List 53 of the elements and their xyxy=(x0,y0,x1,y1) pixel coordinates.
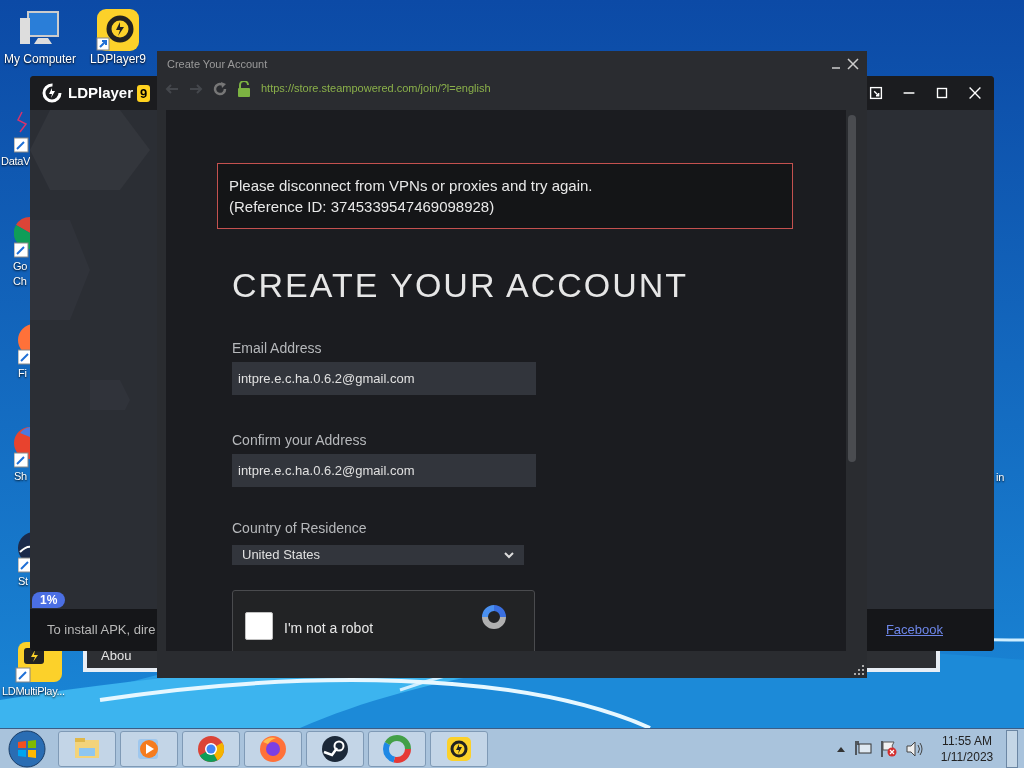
icon-label: My Computer xyxy=(4,52,76,67)
icon-label: DataV xyxy=(1,154,31,169)
icon-label: Fi xyxy=(18,366,27,381)
logo-icon xyxy=(42,83,62,103)
country-select[interactable]: United States xyxy=(232,545,524,565)
resize-grip-icon[interactable] xyxy=(854,665,864,675)
progress-badge: 1% xyxy=(32,592,66,608)
icon-label: Ch xyxy=(13,274,27,289)
flag-icon[interactable] xyxy=(880,739,898,758)
lock-icon xyxy=(237,80,251,97)
icon-label: LDPlayer9 xyxy=(90,52,146,67)
app-icon xyxy=(14,425,30,469)
reload-icon[interactable] xyxy=(213,81,227,96)
steam-icon xyxy=(320,733,350,764)
version-badge: 9 xyxy=(137,84,151,102)
ring-icon xyxy=(382,733,412,764)
url-text[interactable]: https://store.steampowered.com/join/?l=english xyxy=(261,80,491,97)
clock[interactable]: 11:55 AM 1/11/2023 xyxy=(936,732,998,765)
chrome-icon xyxy=(14,215,30,259)
captcha-label: I'm not a robot xyxy=(284,618,374,638)
close-icon[interactable] xyxy=(847,58,859,70)
input-field[interactable]: intpre.e.c.ha.0.6.2@gmail.com xyxy=(232,362,536,395)
error-message: Please disconnect from VPNs or proxies and try again. (Reference ID: 3745339547469098928) xyxy=(217,163,793,229)
network-icon[interactable] xyxy=(854,740,872,757)
field-label: Email Address xyxy=(232,339,323,358)
window-title: Abou xyxy=(101,647,132,666)
notice-text: To install APK, dire xyxy=(47,621,156,640)
resize-icon[interactable] xyxy=(867,84,885,102)
firefox-icon xyxy=(258,733,288,764)
show-desktop-button[interactable] xyxy=(1006,729,1018,768)
field-label: Confirm your Address xyxy=(232,431,368,450)
icon-label: Sh xyxy=(14,469,27,484)
app-title: LDPlayer xyxy=(68,82,134,103)
chart-icon xyxy=(14,110,30,154)
icon-label: St xyxy=(18,574,28,589)
icon-label: Go xyxy=(13,259,28,274)
app-icon xyxy=(96,8,140,52)
icon-label: LDMultiPlay... xyxy=(2,684,65,699)
chevron-icon xyxy=(504,550,514,559)
facebook-link[interactable]: Facebook xyxy=(885,620,943,640)
taskbar-button[interactable] xyxy=(306,730,364,767)
clock-time: 11:55 AM xyxy=(942,732,992,749)
icon-label: in xyxy=(996,470,1004,485)
input-field[interactable]: intpre.e.c.ha.0.6.2@gmail.com xyxy=(232,454,536,487)
window-title: Create Your Account xyxy=(167,56,268,72)
volume-icon[interactable] xyxy=(906,740,924,757)
start-button[interactable] xyxy=(8,729,46,768)
taskbar-button[interactable] xyxy=(430,730,488,767)
field-label: Country of Residence xyxy=(232,519,367,538)
chrome-icon xyxy=(196,733,226,764)
clock-date: 1/11/2023 xyxy=(940,748,994,765)
page-heading: CREATE YOUR ACCOUNT xyxy=(232,265,689,305)
captcha-checkbox[interactable] xyxy=(245,611,273,640)
